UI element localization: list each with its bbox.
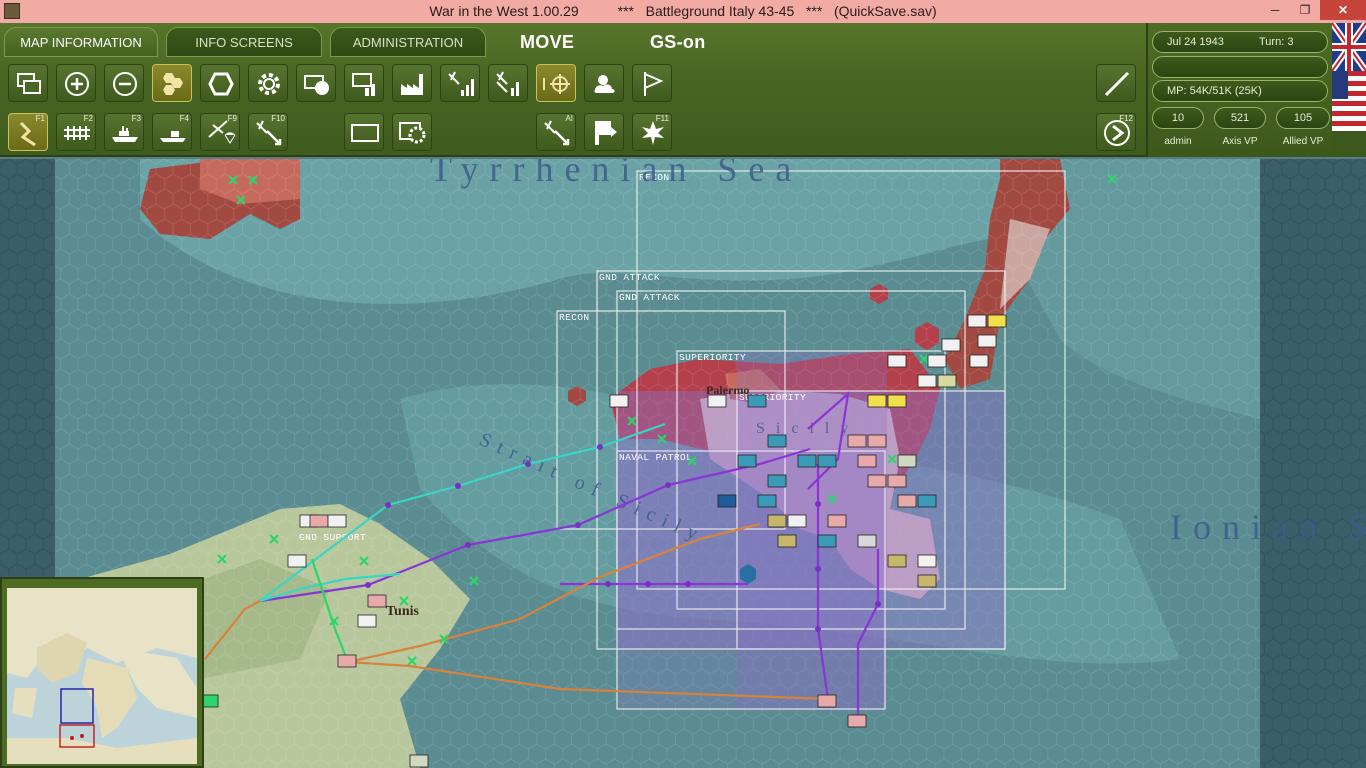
naval-transport-button[interactable]: F4 <box>152 113 192 151</box>
allied-vp-label: Allied VP <box>1282 136 1324 147</box>
air-signal-2-icon <box>496 71 519 96</box>
mission-label-gnd-attack-1: GND ATTACK <box>599 272 660 283</box>
weather-icon <box>594 75 615 93</box>
factory-icon <box>401 74 423 95</box>
fkey-f1: F1 <box>35 114 45 123</box>
admin-value: 10 <box>1152 107 1204 129</box>
air-ai-button[interactable]: AI <box>536 113 576 151</box>
target-button[interactable] <box>536 64 576 102</box>
draw-line-icon <box>1104 71 1130 97</box>
tab-info-screens[interactable]: INFO SCREENS <box>166 27 322 57</box>
unit-counter-icon <box>304 75 329 95</box>
weather-button[interactable] <box>584 64 624 102</box>
fkey-ai: AI <box>565 114 573 123</box>
move-mode-label[interactable]: MOVE <box>520 32 574 53</box>
date-text: Jul 24 1943 <box>1167 36 1224 48</box>
game-map[interactable]: RECON GND ATTACK GND ATTACK RECON SUPERI… <box>0 159 1366 768</box>
factory-button[interactable] <box>392 64 432 102</box>
zoom-in-icon <box>65 72 89 96</box>
toggle-windows-button[interactable] <box>8 64 48 102</box>
mission-label-naval-patrol: NAVAL PATROL <box>619 452 692 463</box>
fkey-f10: F10 <box>271 114 285 123</box>
hex-frame-icon <box>208 72 234 96</box>
flag-icon <box>644 72 664 96</box>
target-icon <box>543 74 570 94</box>
air-strike-button[interactable]: F10 <box>248 113 288 151</box>
restore-icon[interactable]: ❐ <box>1290 0 1320 20</box>
fkey-f12: F12 <box>1119 114 1133 123</box>
axis-vp-label: Axis VP <box>1222 136 1258 147</box>
axis-vp-value: 521 <box>1214 107 1266 129</box>
flag-uk-us-icon <box>1332 23 1366 157</box>
zoom-in-button[interactable] <box>56 64 96 102</box>
hex-frame-button[interactable] <box>200 64 240 102</box>
mp-text: MP: 54K/51K (25K) <box>1167 85 1262 97</box>
status-panel: Jul 24 1943 Turn: 3 MP: 54K/51K (25K) 10… <box>1146 23 1332 157</box>
move-flag-button[interactable] <box>584 113 624 151</box>
town-tunis[interactable]: Tunis <box>386 604 420 619</box>
hex-gear-icon <box>399 122 426 144</box>
fkey-f4: F4 <box>179 114 189 123</box>
hex-grid-button[interactable] <box>152 64 192 102</box>
tab-map-information[interactable]: MAP INFORMATION <box>4 27 158 57</box>
minimize-icon[interactable]: ─ <box>1260 0 1290 20</box>
mp-pill: MP: 54K/51K (25K) <box>1152 80 1328 102</box>
mission-label-superiority-1: SUPERIORITY <box>679 352 746 363</box>
draw-line-button[interactable] <box>1096 64 1136 102</box>
move-flag-icon <box>595 121 617 145</box>
naval-ship-button[interactable]: F3 <box>104 113 144 151</box>
flag-button[interactable] <box>632 64 672 102</box>
unit-counter-button[interactable] <box>296 64 336 102</box>
rail-button[interactable]: F2 <box>56 113 96 151</box>
mission-label-gnd-support: GND SUPPORT <box>299 532 366 543</box>
close-icon[interactable]: ✕ <box>1320 0 1366 20</box>
fkey-f11: F11 <box>655 114 669 123</box>
hex-gear-button[interactable] <box>392 113 432 151</box>
turn-text: Turn: 3 <box>1259 36 1294 48</box>
main-toolbar: MAP INFORMATION INFO SCREENS ADMINISTRAT… <box>0 23 1146 157</box>
bar-info-button[interactable] <box>344 64 384 102</box>
zoom-out-icon <box>113 72 137 96</box>
fkey-f9: F9 <box>227 114 237 123</box>
mission-label-gnd-attack-2: GND ATTACK <box>619 292 680 303</box>
mission-label-recon-2: RECON <box>559 312 590 323</box>
hex-grid-icon <box>163 73 183 95</box>
air-drop-button[interactable]: F9 <box>200 113 240 151</box>
zoom-out-button[interactable] <box>104 64 144 102</box>
settings-gear-button[interactable] <box>248 64 288 102</box>
sea-label-ionian: Ionian S <box>1170 507 1366 547</box>
window-titlebar: War in the West 1.00.29 *** Battleground… <box>0 0 1366 23</box>
path-arrow-button[interactable]: F1 <box>8 113 48 151</box>
air-signal-2-button[interactable] <box>488 64 528 102</box>
fkey-f2: F2 <box>83 114 93 123</box>
end-turn-button[interactable]: F12 <box>1096 113 1136 151</box>
minimap-canvas[interactable] <box>7 588 197 764</box>
message-pill <box>1152 56 1328 78</box>
map-canvas[interactable]: RECON GND ATTACK GND ATTACK RECON SUPERI… <box>0 159 1366 768</box>
rectangle-select-icon <box>351 124 379 142</box>
gs-mode-label[interactable]: GS-on <box>650 32 706 53</box>
fkey-f3: F3 <box>131 114 141 123</box>
nation-flags <box>1332 23 1366 157</box>
explosion-button[interactable]: F11 <box>632 113 672 151</box>
minimap[interactable] <box>0 577 204 768</box>
allied-vp-value: 105 <box>1276 107 1330 129</box>
toggle-windows-icon <box>17 73 41 94</box>
settings-gear-icon <box>258 73 280 95</box>
sea-label-tyrrhenian: Tyrrhenian Sea <box>430 159 802 189</box>
tab-administration[interactable]: ADMINISTRATION <box>330 27 486 57</box>
air-signal-button[interactable] <box>440 64 480 102</box>
rectangle-select-button[interactable] <box>344 113 384 151</box>
air-signal-icon <box>448 71 474 96</box>
window-title: War in the West 1.00.29 *** Battleground… <box>429 3 937 19</box>
date-turn-pill: Jul 24 1943 Turn: 3 <box>1152 31 1328 53</box>
bar-info-icon <box>352 73 375 96</box>
admin-label: admin <box>1164 136 1192 147</box>
